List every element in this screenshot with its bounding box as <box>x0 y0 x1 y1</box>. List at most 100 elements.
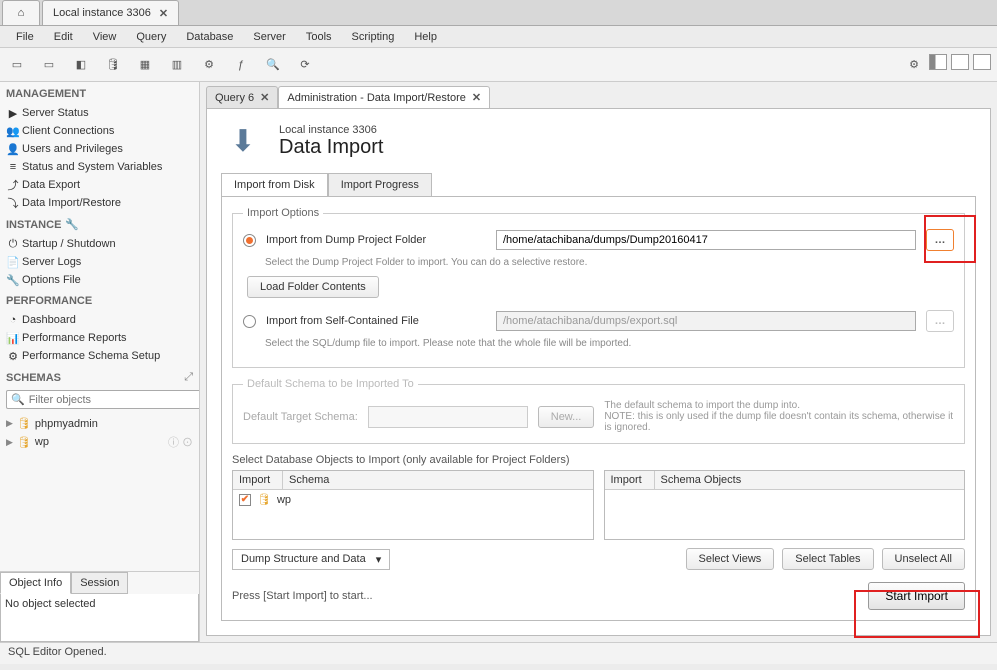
menu-scripting[interactable]: Scripting <box>342 28 405 46</box>
import-checkbox[interactable]: ✔ <box>239 494 251 506</box>
toggle-sidebar-icon[interactable] <box>929 54 947 70</box>
select-tables-button[interactable]: Select Tables <box>782 548 873 570</box>
unselect-all-button[interactable]: Unselect All <box>882 548 965 570</box>
default-schema-combo[interactable] <box>368 406 528 428</box>
schema-import-row[interactable]: ✔ 🛢 wp <box>233 490 593 509</box>
search-icon[interactable]: 🔍 <box>262 54 284 76</box>
nav-status-variables[interactable]: ≡Status and System Variables <box>0 158 199 176</box>
home-icon: ⌂ <box>18 7 25 19</box>
expand-tri-icon[interactable]: ▶ <box>6 437 13 448</box>
menu-view[interactable]: View <box>83 28 127 46</box>
database-icon: 🛢 <box>17 436 31 449</box>
schema-badges: ⓘ ⊙ <box>168 434 193 450</box>
radio-self-contained-label: Import from Self-Contained File <box>266 315 486 327</box>
tab-admin-import[interactable]: Administration - Data Import/Restore✕ <box>278 86 490 108</box>
close-icon[interactable]: ✕ <box>260 91 269 104</box>
close-icon[interactable]: ✕ <box>472 91 481 104</box>
connection-tab-label: Local instance 3306 <box>53 7 151 19</box>
import-icon: ⤵ <box>6 195 20 211</box>
navigator-sidebar: MANAGEMENT ▶Server Status 👥Client Connec… <box>0 82 200 642</box>
tab-object-info[interactable]: Object Info <box>0 572 71 594</box>
import-hero-icon: ⬇ <box>221 119 265 163</box>
menu-edit[interactable]: Edit <box>44 28 83 46</box>
tab-import-from-disk[interactable]: Import from Disk <box>221 173 328 196</box>
tab-import-progress[interactable]: Import Progress <box>328 173 432 196</box>
dump-type-combo[interactable]: Dump Structure and Data ▾ <box>232 549 390 570</box>
th-import: Import <box>605 471 655 489</box>
toggle-output-icon[interactable] <box>951 54 969 70</box>
nav-server-logs[interactable]: 📄Server Logs <box>0 253 199 271</box>
import-options-fieldset: Import Options Import from Dump Project … <box>232 207 965 368</box>
schema-row[interactable]: ▶🛢wpⓘ ⊙ <box>6 432 193 452</box>
nav-options-file[interactable]: 🔧Options File <box>0 271 199 289</box>
th-schema-objects: Schema Objects <box>655 471 965 489</box>
logs-icon: 📄 <box>6 256 20 269</box>
menu-server[interactable]: Server <box>243 28 295 46</box>
browse-file-button[interactable]: … <box>926 310 954 332</box>
schema-icon[interactable]: 🛢 <box>102 54 124 76</box>
dump-folder-path-input[interactable] <box>496 230 916 250</box>
close-icon[interactable]: ✕ <box>159 7 168 20</box>
function-icon[interactable]: ƒ <box>230 54 252 76</box>
radio-dump-folder[interactable] <box>243 234 256 247</box>
expand-icon[interactable]: ⤢ <box>184 371 193 384</box>
menu-help[interactable]: Help <box>404 28 447 46</box>
schema-filter[interactable]: 🔍 <box>6 390 200 409</box>
nav-client-connections[interactable]: 👥Client Connections <box>0 122 199 140</box>
self-contained-path-input[interactable] <box>496 311 916 331</box>
statusbar: SQL Editor Opened. <box>0 642 997 664</box>
new-schema-button[interactable]: New... <box>538 406 595 428</box>
open-sql-icon[interactable]: ▭ <box>38 54 60 76</box>
schema-name: wp <box>277 494 291 506</box>
nav-perf-reports[interactable]: 📊Performance Reports <box>0 329 199 347</box>
menu-database[interactable]: Database <box>176 28 243 46</box>
gear-icon[interactable]: ⚙ <box>903 54 925 76</box>
nav-startup[interactable]: ⏻Startup / Shutdown <box>0 235 199 253</box>
inspector-icon[interactable]: ◧ <box>70 54 92 76</box>
nav-dashboard[interactable]: ◔Dashboard <box>0 311 199 329</box>
tab-session[interactable]: Session <box>71 572 128 594</box>
nav-data-import[interactable]: ⤵Data Import/Restore <box>0 194 199 212</box>
object-info-body: No object selected <box>0 594 199 642</box>
expand-tri-icon[interactable]: ▶ <box>6 418 13 429</box>
nav-perf-schema[interactable]: ⚙Performance Schema Setup <box>0 347 199 365</box>
select-views-button[interactable]: Select Views <box>686 548 775 570</box>
default-schema-fieldset: Default Schema to be Imported To Default… <box>232 378 965 444</box>
procedure-icon[interactable]: ⚙ <box>198 54 220 76</box>
nav-users-privileges[interactable]: 👤Users and Privileges <box>0 140 199 158</box>
file-hint: Select the SQL/dump file to import. Plea… <box>265 338 954 349</box>
reports-icon: 📊 <box>6 332 20 345</box>
status-icon: ▶ <box>6 107 20 120</box>
toggle-secondary-icon[interactable] <box>973 54 991 70</box>
connection-tab[interactable]: Local instance 3306 ✕ <box>42 0 179 25</box>
browse-folder-button[interactable]: … <box>926 229 954 251</box>
radio-dump-folder-label: Import from Dump Project Folder <box>266 234 486 246</box>
menu-file[interactable]: File <box>6 28 44 46</box>
schema-filter-input[interactable] <box>29 394 200 406</box>
radio-self-contained[interactable] <box>243 315 256 328</box>
view-icon[interactable]: ▥ <box>166 54 188 76</box>
reconnect-icon[interactable]: ⟳ <box>294 54 316 76</box>
schema-row[interactable]: ▶🛢phpmyadmin <box>6 415 193 432</box>
nav-server-status[interactable]: ▶Server Status <box>0 104 199 122</box>
toolbar: ▭ ▭ ◧ 🛢 ▦ ▥ ⚙ ƒ 🔍 ⟳ ⚙ <box>0 48 997 82</box>
load-folder-contents-button[interactable]: Load Folder Contents <box>247 276 379 298</box>
th-import: Import <box>233 471 283 489</box>
power-icon: ⏻ <box>6 238 20 251</box>
import-panel: ⬇ Local instance 3306 Data Import Import… <box>206 108 991 636</box>
tab-query[interactable]: Query 6✕ <box>206 86 278 108</box>
performance-section-title: PERFORMANCE <box>0 289 199 311</box>
new-sql-tab-icon[interactable]: ▭ <box>6 54 28 76</box>
vars-icon: ≡ <box>6 161 20 173</box>
home-tab[interactable]: ⌂ <box>2 0 40 25</box>
menu-query[interactable]: Query <box>126 28 176 46</box>
table-icon[interactable]: ▦ <box>134 54 156 76</box>
panel-subtitle: Local instance 3306 <box>279 124 383 136</box>
schemas-table: Import Schema ✔ 🛢 wp <box>232 470 594 540</box>
menu-tools[interactable]: Tools <box>296 28 342 46</box>
nav-data-export[interactable]: ⤴Data Export <box>0 176 199 194</box>
select-objects-label: Select Database Objects to Import (only … <box>232 454 965 466</box>
start-import-button[interactable]: Start Import <box>868 582 965 610</box>
chevron-down-icon: ▾ <box>376 553 382 566</box>
default-schema-legend: Default Schema to be Imported To <box>243 378 418 390</box>
